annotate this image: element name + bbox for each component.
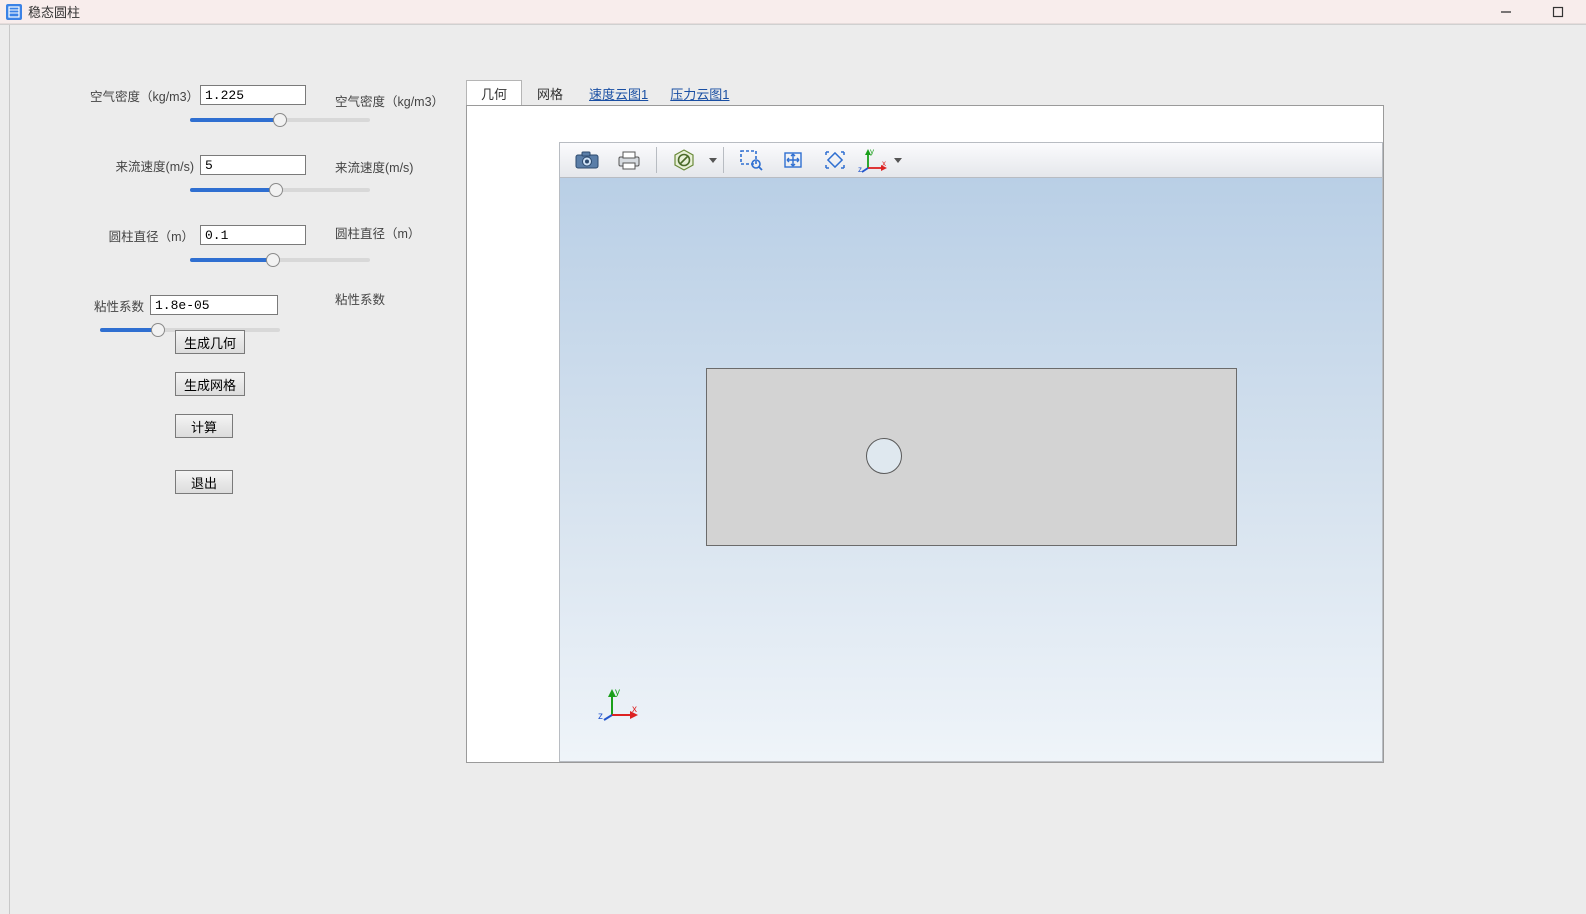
svg-text:x: x	[632, 704, 637, 715]
chevron-down-icon	[894, 158, 902, 163]
action-buttons: 生成几何 生成网格 计算 退出	[175, 330, 245, 494]
velocity-label: 来流速度(m/s)	[90, 156, 200, 175]
air-density-input[interactable]	[200, 85, 306, 105]
geometry-canvas[interactable]: y x z	[559, 178, 1383, 762]
titlebar: 稳态圆柱	[0, 0, 1586, 24]
toolbar-separator	[723, 147, 724, 173]
app-icon	[6, 4, 22, 20]
viewport-tabs: 几何 网格 速度云图1 压力云图1	[466, 83, 741, 105]
diameter-input[interactable]	[200, 225, 306, 245]
tab-mesh[interactable]: 网格	[522, 80, 578, 106]
camera-icon[interactable]	[566, 145, 608, 175]
mirror-diameter: 圆柱直径（m）	[335, 223, 455, 242]
viewport-frame: y x z y x z	[466, 105, 1384, 763]
mirror-viscosity: 粘性系数	[335, 289, 455, 308]
exit-button[interactable]: 退出	[175, 470, 233, 494]
app-body: 空气密度（kg/m3） 来流速度(m/s) 圆柱直径（m） 粘性系数	[0, 24, 1586, 914]
mirror-velocity: 来流速度(m/s)	[335, 157, 455, 176]
viewport-toolbar: y x z	[559, 142, 1383, 178]
svg-text:z: z	[598, 711, 603, 722]
printer-icon[interactable]	[608, 145, 650, 175]
orientation-triad: y x z	[598, 683, 642, 726]
diameter-label: 圆柱直径（m）	[90, 226, 200, 245]
triad-dropdown[interactable]	[890, 158, 902, 163]
tab-geometry[interactable]: 几何	[466, 80, 522, 106]
svg-text:y: y	[615, 687, 620, 698]
viscosity-label: 粘性系数	[90, 296, 150, 315]
compute-button[interactable]: 计算	[175, 414, 233, 438]
window-title: 稳态圆柱	[28, 2, 80, 21]
axis-triad-icon[interactable]: y x z	[856, 145, 890, 175]
minimize-button[interactable]	[1492, 2, 1520, 22]
axis-y-label: y	[870, 147, 874, 156]
zoom-box-icon[interactable]	[730, 145, 772, 175]
disable-dropdown[interactable]	[705, 158, 717, 163]
disable-icon[interactable]	[663, 145, 705, 175]
mirror-air-density: 空气密度（kg/m3）	[335, 91, 455, 110]
window-controls	[1492, 2, 1580, 22]
left-gutter	[0, 25, 10, 914]
axis-x-label: x	[882, 159, 886, 168]
domain-rectangle	[706, 368, 1237, 546]
axis-z-label: z	[858, 165, 862, 174]
toolbar-separator	[656, 147, 657, 173]
generate-geometry-button[interactable]: 生成几何	[175, 330, 245, 354]
generate-mesh-button[interactable]: 生成网格	[175, 372, 245, 396]
tab-pressure-contour[interactable]: 压力云图1	[659, 80, 740, 106]
velocity-input[interactable]	[200, 155, 306, 175]
air-density-label: 空气密度（kg/m3）	[90, 86, 200, 105]
chevron-down-icon	[709, 158, 717, 163]
mirror-labels: 空气密度（kg/m3） 来流速度(m/s) 圆柱直径（m） 粘性系数	[335, 91, 455, 355]
tab-velocity-contour[interactable]: 速度云图1	[578, 80, 659, 106]
viscosity-input[interactable]	[150, 295, 278, 315]
fit-view-icon[interactable]	[814, 145, 856, 175]
cylinder-circle	[866, 438, 902, 474]
pan-icon[interactable]	[772, 145, 814, 175]
maximize-button[interactable]	[1544, 2, 1572, 22]
